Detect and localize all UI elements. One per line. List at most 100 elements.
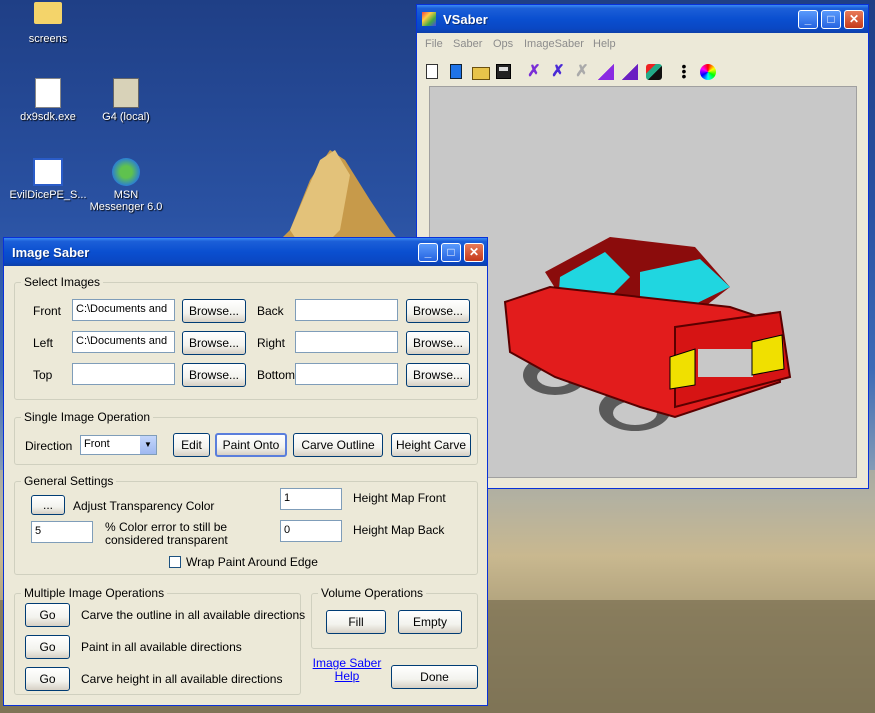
paint-all-label: Paint in all available directions — [81, 640, 242, 654]
desktop-icon-g4-local[interactable]: G4 (local) — [86, 78, 166, 123]
maximize-button[interactable]: □ — [441, 243, 461, 262]
edit-button[interactable]: Edit — [173, 433, 210, 457]
height-map-front-label: Height Map Front — [353, 491, 446, 505]
select-images-group: Select Images Front C:\Documents and Bro… — [14, 275, 478, 400]
image-saber-dialog: Image Saber _ □ ✕ Select Images Front C:… — [3, 237, 488, 706]
open-icon[interactable] — [469, 61, 491, 83]
back-path-field[interactable] — [295, 299, 398, 321]
go-carve-outline-button[interactable]: Go — [25, 603, 70, 627]
dots-icon[interactable]: • • • — [673, 59, 695, 83]
desktop-icon-label: EvilDicePE_S... — [9, 189, 87, 201]
color-error-field[interactable]: 5 — [31, 521, 93, 543]
top-browse-button[interactable]: Browse... — [182, 363, 246, 387]
adjust-transparency-label: Adjust Transparency Color — [73, 499, 215, 513]
image-saber-help-link[interactable]: Image Saber Help — [312, 657, 382, 683]
new-icon[interactable] — [421, 61, 443, 83]
minimize-button[interactable]: _ — [798, 10, 818, 29]
dialog-title: Image Saber — [12, 245, 90, 260]
paint-brush-icon[interactable] — [643, 61, 665, 83]
desktop-icon-label: dx9sdk.exe — [20, 111, 76, 123]
group-label: Single Image Operation — [21, 410, 154, 424]
carve-x-icon[interactable]: ✗ — [523, 61, 545, 83]
chevron-down-icon[interactable]: ▼ — [140, 436, 156, 454]
carve-outline-button[interactable]: Carve Outline — [293, 433, 383, 457]
general-settings-group: General Settings ... Adjust Transparency… — [14, 474, 478, 575]
height-carve-button[interactable]: Height Carve — [391, 433, 471, 457]
menu-file[interactable]: File — [425, 38, 443, 50]
menu-saber[interactable]: Saber — [453, 38, 482, 50]
group-label: General Settings — [21, 474, 117, 488]
menu-ops[interactable]: Ops — [493, 38, 513, 50]
desktop-icon-label: screens — [28, 33, 68, 45]
desktop-icon-screens[interactable]: screens — [8, 0, 88, 45]
height-map-back-field[interactable]: 0 — [280, 520, 342, 542]
new-blue-icon[interactable] — [445, 61, 467, 83]
direction-select[interactable]: Front ▼ — [80, 435, 157, 455]
right-browse-button[interactable]: Browse... — [406, 331, 470, 355]
bottom-browse-button[interactable]: Browse... — [406, 363, 470, 387]
front-path-field[interactable]: C:\Documents and — [72, 299, 175, 321]
top-path-field[interactable] — [72, 363, 175, 385]
top-label: Top — [33, 368, 53, 382]
front-browse-button[interactable]: Browse... — [182, 299, 246, 323]
desktop-icon-msn-messenger[interactable]: MSN Messenger 6.0 — [86, 158, 166, 213]
bottom-path-field[interactable] — [295, 363, 398, 385]
close-button[interactable]: ✕ — [464, 243, 484, 262]
paint-onto-button[interactable]: Paint Onto — [215, 433, 287, 457]
transparency-color-button[interactable]: ... — [31, 495, 65, 515]
dialog-titlebar[interactable]: Image Saber _ □ ✕ — [4, 238, 487, 266]
desktop-icon-evildice[interactable]: EvilDicePE_S... — [8, 158, 88, 201]
fill-purple-alt-icon[interactable] — [619, 61, 641, 83]
menu-imagesaber[interactable]: ImageSaber — [524, 38, 584, 50]
back-browse-button[interactable]: Browse... — [406, 299, 470, 323]
wrap-paint-checkbox[interactable] — [169, 556, 181, 568]
maximize-button[interactable]: □ — [821, 10, 841, 29]
left-browse-button[interactable]: Browse... — [182, 331, 246, 355]
menu-help[interactable]: Help — [593, 38, 616, 50]
group-label: Multiple Image Operations — [21, 586, 168, 600]
wrap-paint-label: Wrap Paint Around Edge — [186, 555, 318, 569]
desktop-icon-label: MSN Messenger 6.0 — [89, 189, 163, 213]
menu-bar: File Saber Ops ImageSaber Help — [417, 33, 868, 53]
right-label: Right — [257, 336, 286, 350]
go-carve-height-button[interactable]: Go — [25, 667, 70, 691]
installer-icon — [35, 78, 61, 108]
left-label: Left — [33, 336, 54, 350]
desktop-icon-label: G4 (local) — [102, 111, 150, 123]
right-path-field[interactable] — [295, 331, 398, 353]
single-image-operation-group: Single Image Operation Direction Front ▼… — [14, 410, 478, 465]
go-paint-button[interactable]: Go — [25, 635, 70, 659]
carve-x-gray-icon[interactable]: ✗ — [571, 61, 593, 83]
empty-button[interactable]: Empty — [398, 610, 462, 634]
close-button[interactable]: ✕ — [844, 10, 864, 29]
direction-label: Direction — [25, 439, 73, 453]
fill-purple-icon[interactable] — [595, 61, 617, 83]
desktop-icon-dx9sdk[interactable]: dx9sdk.exe — [8, 78, 88, 123]
color-wheel-icon[interactable] — [697, 61, 719, 83]
save-icon[interactable] — [493, 61, 515, 83]
direction-value: Front — [84, 438, 110, 450]
fill-button[interactable]: Fill — [326, 610, 386, 634]
multiple-image-operations-group: Multiple Image Operations Go Carve the o… — [14, 586, 305, 695]
render-canvas[interactable] — [429, 86, 857, 478]
group-label: Select Images — [21, 275, 104, 289]
front-label: Front — [33, 304, 62, 318]
done-button[interactable]: Done — [391, 665, 478, 689]
height-map-front-field[interactable]: 1 — [280, 488, 342, 510]
carve-height-all-label: Carve height in all available directions — [81, 672, 283, 686]
vsaber-titlebar[interactable]: VSaber _ □ ✕ — [417, 5, 868, 33]
network-shortcut-icon — [113, 78, 139, 108]
window-title: VSaber — [443, 12, 488, 27]
left-path-field[interactable]: C:\Documents and — [72, 331, 175, 353]
height-map-back-label: Height Map Back — [353, 523, 445, 537]
app-icon — [422, 12, 436, 26]
color-error-label: % Color error to still be considered tra… — [105, 520, 228, 547]
bottom-label: Bottom — [257, 368, 296, 382]
group-label: Volume Operations — [318, 586, 427, 600]
voxel-car-model — [503, 237, 792, 431]
carve-x-alt-icon[interactable]: ✗ — [547, 61, 569, 83]
volume-operations-group: Volume Operations Fill Empty — [311, 586, 478, 649]
minimize-button[interactable]: _ — [418, 243, 438, 262]
folder-icon — [34, 2, 62, 24]
carve-outline-all-label: Carve the outline in all available direc… — [81, 608, 306, 622]
